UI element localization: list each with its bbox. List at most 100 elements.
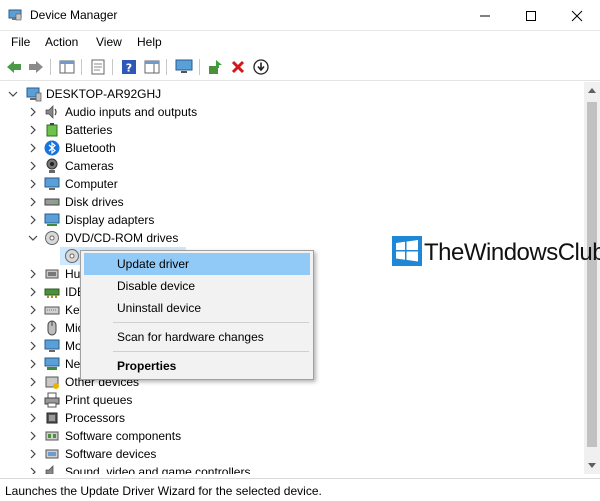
menu-view[interactable]: View [96,35,122,49]
menu-action[interactable]: Action [45,35,78,49]
tree-item-label: Software devices [65,447,157,461]
ide-controller-icon [44,288,60,298]
red-x-icon [231,60,245,74]
chevron-down-icon[interactable] [28,233,38,243]
tree-root-label: DESKTOP-AR92GHJ [46,87,162,101]
show-hide-console-tree-button[interactable] [58,58,76,76]
menu-file[interactable]: File [11,35,30,49]
console-tree-icon [59,60,75,74]
title-bar: Device Manager [0,0,600,31]
monitor-icon [175,59,193,73]
chevron-right-icon[interactable] [28,269,38,279]
webcam-icon [46,158,58,173]
forward-button[interactable] [27,58,45,76]
chevron-right-icon[interactable] [28,215,38,225]
scan-hardware-button[interactable] [175,58,193,76]
chevron-right-icon[interactable] [28,395,38,405]
properties-sheet-icon [91,59,105,75]
tree-item-computer[interactable]: Computer [0,175,584,193]
maximize-icon [526,10,536,21]
menu-item-label: Update driver [117,257,190,271]
chevron-right-icon[interactable] [28,161,38,171]
tree-item-label: Ne [65,357,81,371]
tree-item-label: Bluetooth [65,141,116,155]
tree-item-software-components[interactable]: Software components [0,427,584,445]
scroll-thumb[interactable] [587,102,597,447]
scroll-up-button[interactable] [584,82,600,98]
chevron-right-icon[interactable] [28,359,38,369]
scroll-down-button[interactable] [584,458,600,474]
menu-item-disable-device[interactable]: Disable device [84,275,310,297]
menu-item-update-driver[interactable]: Update driver [84,253,310,275]
menu-item-scan-hardware[interactable]: Scan for hardware changes [84,326,310,348]
tree-item-batteries[interactable]: Batteries [0,121,584,139]
chevron-right-icon[interactable] [28,179,38,189]
chevron-right-icon[interactable] [28,197,38,207]
tree-item-display-adapters[interactable]: Display adapters [0,211,584,229]
chevron-right-icon[interactable] [28,413,38,423]
tree-item-label: Hu [65,267,81,281]
tree-item-audio[interactable]: Audio inputs and outputs [0,103,584,121]
menu-item-uninstall-device[interactable]: Uninstall device [84,297,310,319]
chevron-right-icon[interactable] [28,107,38,117]
chevron-right-icon[interactable] [28,125,38,135]
chevron-right-icon[interactable] [28,431,38,441]
tree-item-cameras[interactable]: Cameras [0,157,584,175]
tree-item-bluetooth[interactable]: Bluetooth [0,139,584,157]
action-pane-button[interactable] [143,58,161,76]
chevron-right-icon[interactable] [28,305,38,315]
windows-logo-icon [392,236,422,266]
watermark-text: TheWindowsClub [424,239,600,266]
close-button[interactable] [554,0,600,31]
keyboard-icon [44,306,60,315]
update-driver-button[interactable] [206,58,224,76]
help-icon: ? [122,60,136,75]
display-adapter-icon [44,213,60,226]
dvd-disc-icon [65,249,79,263]
menu-item-label: Disable device [117,279,196,293]
tree-item-print-queues[interactable]: Print queues [0,391,584,409]
toolbar-separator [81,59,82,75]
tree-item-label: DVD/CD-ROM drives [65,231,179,245]
menu-bar: File Action View Help [0,31,600,53]
toolbar: ? [0,53,600,81]
maximize-button[interactable] [508,0,554,31]
properties-toolbar-button[interactable] [89,58,107,76]
tree-item-label: Sound, video and game controllers [65,465,251,474]
menu-help[interactable]: Help [137,35,162,49]
minimize-button[interactable] [462,0,508,31]
tree-item-label: Batteries [65,123,113,137]
update-driver-icon [209,60,222,74]
chevron-right-icon[interactable] [28,143,38,153]
chevron-right-icon[interactable] [28,341,38,351]
action-pane-icon [144,60,160,74]
tree-root[interactable]: DESKTOP-AR92GHJ [0,85,584,103]
tree-item-label: Computer [65,177,118,191]
chevron-right-icon[interactable] [28,287,38,297]
help-toolbar-button[interactable]: ? [120,58,138,76]
tree-item-label: Audio inputs and outputs [65,105,198,119]
menu-item-properties[interactable]: Properties [84,355,310,377]
context-menu: Update driver Disable device Uninstall d… [80,250,314,380]
tree-item-processors[interactable]: Processors [0,409,584,427]
download-circle-icon [253,59,269,75]
status-text: Launches the Update Driver Wizard for th… [5,484,322,498]
tree-item-software-devices[interactable]: Software devices [0,445,584,463]
download-driver-button[interactable] [252,58,270,76]
back-button[interactable] [5,58,23,76]
computer-icon [26,87,42,102]
window-title: Device Manager [30,8,118,22]
toolbar-separator [199,59,200,75]
chevron-right-icon[interactable] [28,377,38,387]
chevron-right-icon[interactable] [28,323,38,333]
printer-icon [44,392,60,408]
chevron-right-icon[interactable] [28,449,38,459]
back-arrow-icon [7,61,21,73]
tree-item-label: Processors [65,411,126,425]
vertical-scrollbar[interactable] [584,82,600,474]
chevron-right-icon[interactable] [28,467,38,474]
chevron-down-icon[interactable] [8,89,18,99]
tree-item-disk-drives[interactable]: Disk drives [0,193,584,211]
uninstall-device-button[interactable] [229,58,247,76]
tree-item-sound[interactable]: Sound, video and game controllers [0,463,584,474]
